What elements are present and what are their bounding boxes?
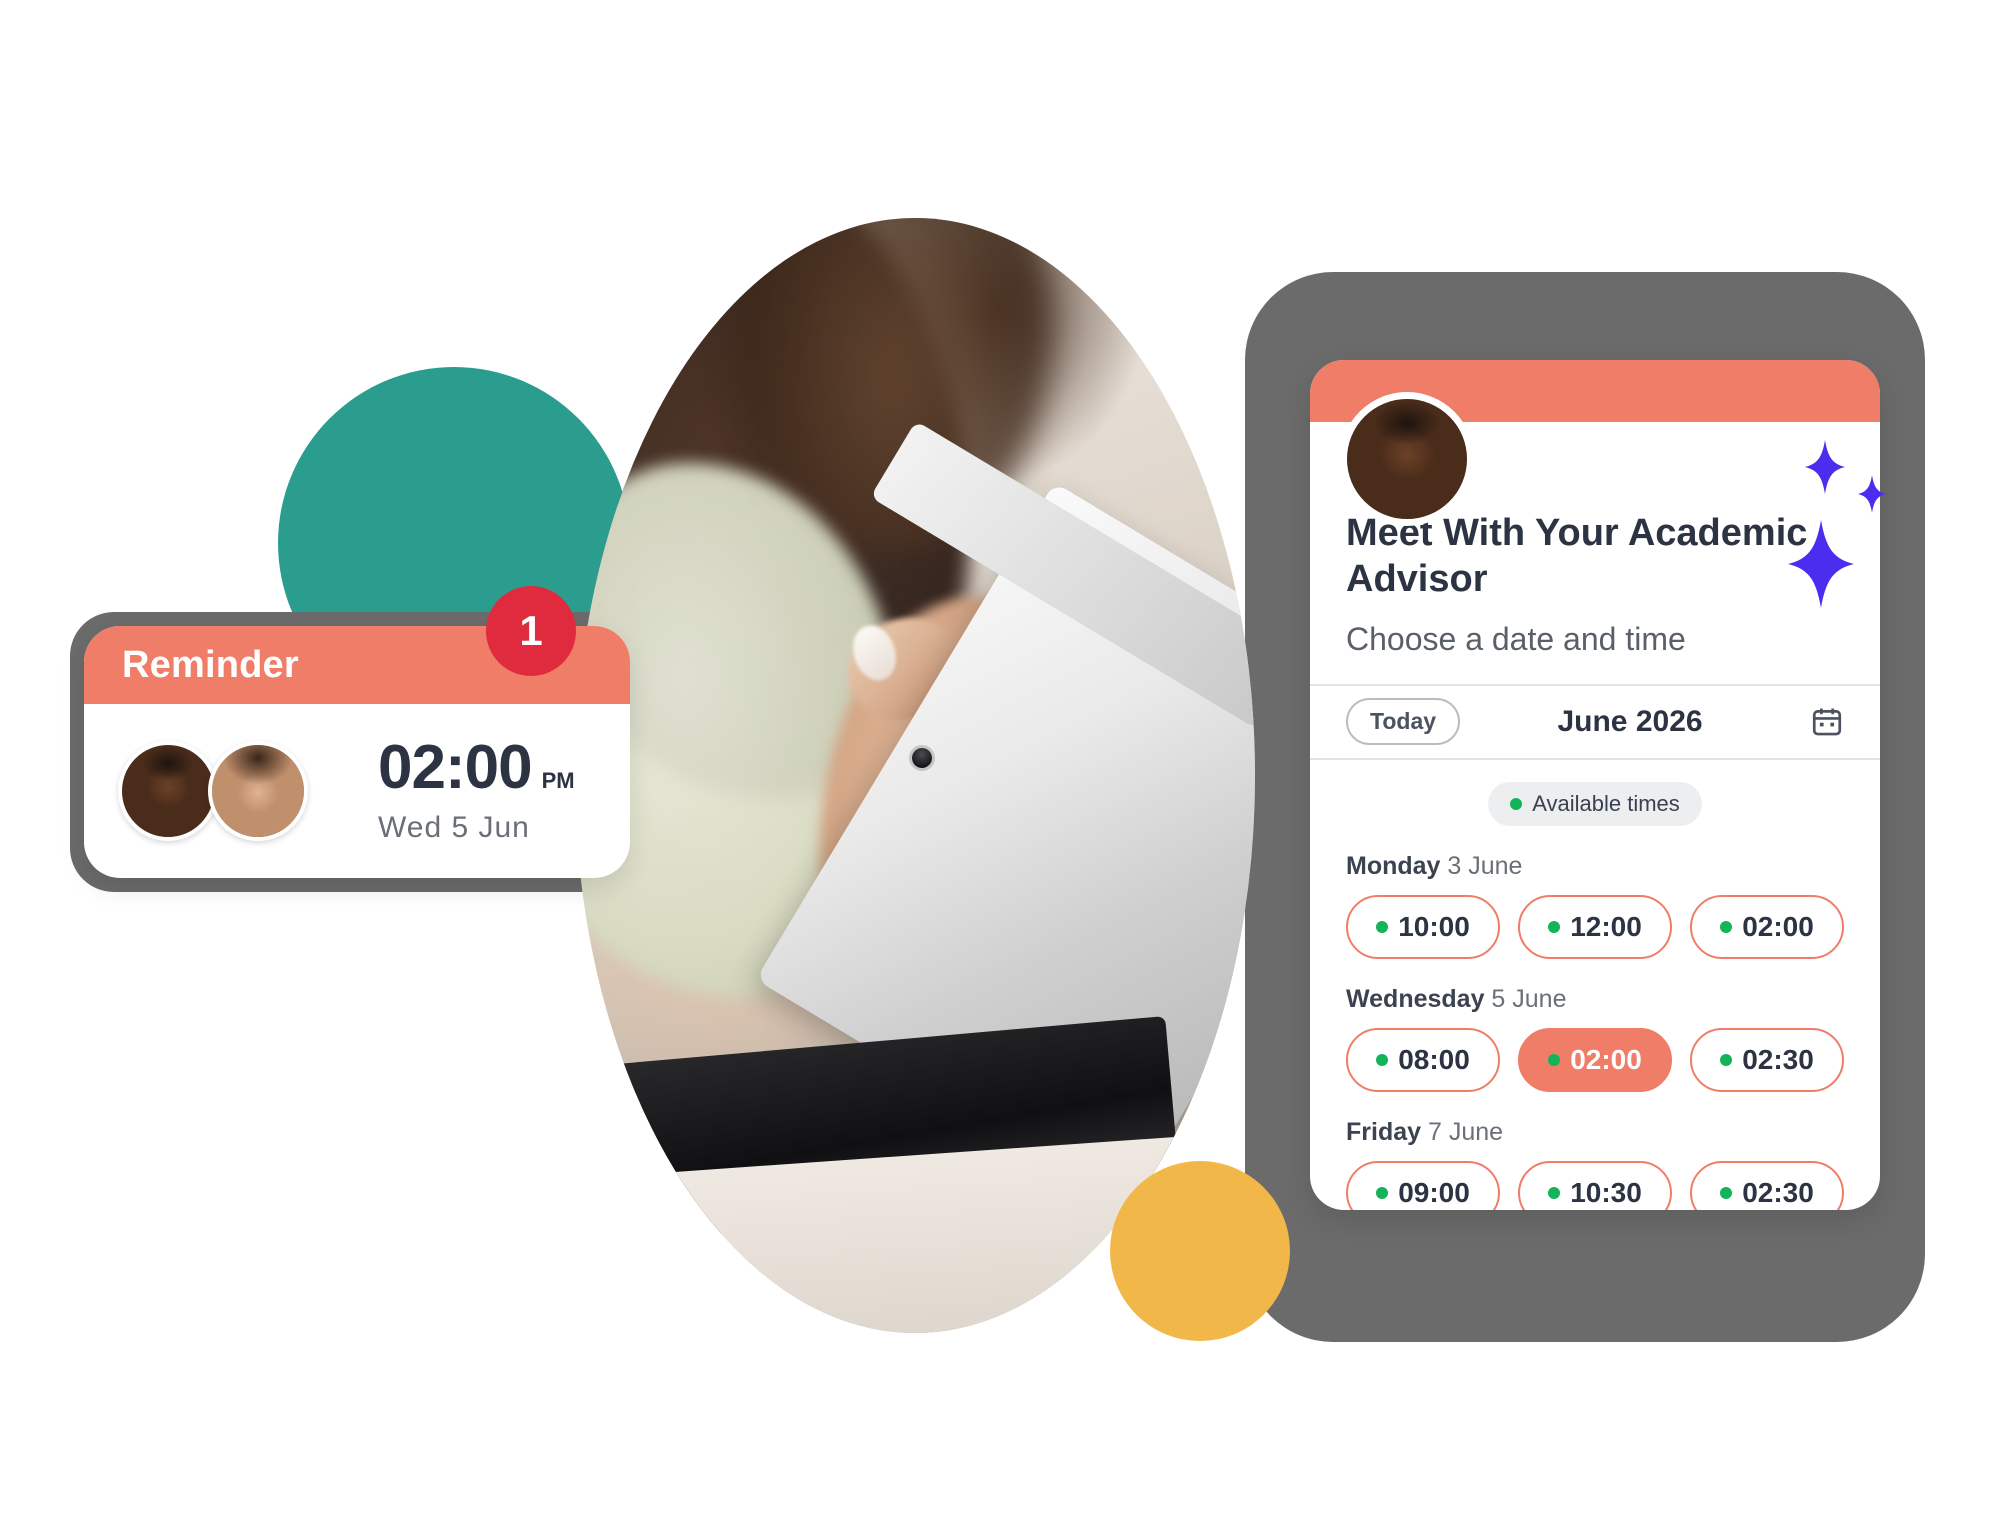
day-date-wednesday: 5 June [1484, 984, 1567, 1013]
green-dot-icon [1548, 1186, 1561, 1199]
sparkle-tiny-icon [1858, 475, 1886, 513]
reminder-avatar-group [118, 741, 352, 841]
available-times-label: Available times [1532, 790, 1680, 816]
reminder-time-block: 02:00 PM Wed 5 Jun [378, 737, 575, 845]
month-label: June 2026 [1557, 704, 1703, 738]
day-weekday-friday: Friday [1346, 1117, 1422, 1146]
time-slot-label: 02:00 [1742, 910, 1814, 942]
time-slot[interactable]: 10:30 [1518, 1160, 1672, 1210]
time-slot[interactable]: 09:00 [1346, 1160, 1500, 1210]
slot-row-wednesday: 08:00 02:00 02:30 [1346, 1027, 1844, 1092]
day-weekday-monday: Monday [1346, 851, 1441, 880]
slot-row-friday: 09:00 10:30 02:30 [1346, 1160, 1844, 1210]
time-slot-selected[interactable]: 02:00 [1518, 1027, 1672, 1092]
time-slot-label: 02:30 [1742, 1043, 1814, 1075]
green-dot-icon [1548, 1053, 1561, 1066]
time-slot[interactable]: 12:00 [1518, 894, 1672, 959]
yellow-circle-decoration [1110, 1161, 1290, 1341]
reminder-card-body: 02:00 PM Wed 5 Jun [84, 704, 630, 878]
scheduler-month-nav: Today June 2026 [1346, 686, 1844, 758]
sparkle-large-icon [1788, 520, 1854, 608]
calendar-icon[interactable] [1810, 705, 1844, 739]
day-heading-friday: Friday 7 June [1346, 1118, 1844, 1147]
hero-illustration: Reminder 02:00 PM Wed 5 Jun 1 Meet With … [0, 0, 2000, 1538]
time-slot[interactable]: 08:00 [1346, 1027, 1500, 1092]
time-slot-label: 12:00 [1570, 910, 1642, 942]
available-times-wrap: Available times [1346, 781, 1844, 826]
divider-bottom [1310, 757, 1880, 760]
green-dot-icon [1376, 920, 1389, 933]
day-date-friday: 7 June [1421, 1117, 1504, 1146]
reminder-notification-badge: 1 [486, 586, 576, 676]
time-slot[interactable]: 02:00 [1690, 894, 1844, 959]
time-slot-label: 02:30 [1742, 1176, 1814, 1208]
time-slot-label: 09:00 [1398, 1176, 1470, 1208]
day-heading-monday: Monday 3 June [1346, 852, 1844, 881]
green-dot-icon [1376, 1186, 1389, 1199]
time-slot[interactable]: 02:30 [1690, 1160, 1844, 1210]
day-heading-wednesday: Wednesday 5 June [1346, 985, 1844, 1014]
reminder-date: Wed 5 Jun [378, 811, 530, 844]
time-slot-label: 10:30 [1570, 1176, 1642, 1208]
time-slot-label: 08:00 [1398, 1043, 1470, 1075]
avatar-advisor-large [1340, 392, 1474, 526]
green-dot-icon [1720, 920, 1733, 933]
green-dot-icon [1720, 1053, 1733, 1066]
avatar-student [208, 741, 308, 841]
reminder-time: 02:00 [378, 733, 533, 802]
green-dot-icon [1720, 1186, 1733, 1199]
time-slot[interactable]: 10:00 [1346, 894, 1500, 959]
green-dot-icon [1510, 797, 1523, 810]
time-slot-label: 02:00 [1570, 1043, 1642, 1075]
sparkle-small-icon [1805, 440, 1845, 494]
avatar-advisor [118, 741, 218, 841]
available-times-chip: Available times [1488, 781, 1702, 826]
day-date-monday: 3 June [1440, 851, 1523, 880]
scheduler-subtitle: Choose a date and time [1346, 620, 1686, 657]
reminder-meridiem: PM [541, 768, 575, 793]
reminder-title: Reminder [122, 643, 299, 686]
scheduler-card-body: Meet With Your Academic Advisor Choose a… [1310, 510, 1880, 1210]
slot-row-monday: 10:00 12:00 02:00 [1346, 894, 1844, 959]
time-slot[interactable]: 02:30 [1690, 1027, 1844, 1092]
time-slot-label: 10:00 [1398, 910, 1470, 942]
woman-using-tablet-photo [575, 218, 1255, 1333]
green-dot-icon [1548, 920, 1561, 933]
day-weekday-wednesday: Wednesday [1346, 984, 1485, 1013]
green-dot-icon [1376, 1053, 1389, 1066]
today-button[interactable]: Today [1346, 698, 1461, 746]
